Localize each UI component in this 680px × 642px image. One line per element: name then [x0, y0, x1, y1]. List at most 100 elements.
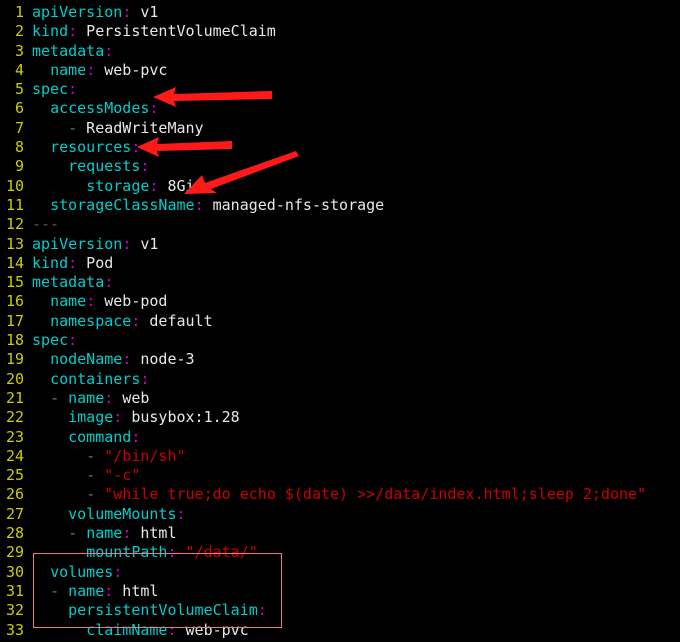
code-token: : — [167, 543, 177, 562]
code-line[interactable]: 1 apiVersion: v1 — [0, 3, 680, 22]
code-line[interactable]: 23 command: — [0, 428, 680, 447]
code-line[interactable]: 20 containers: — [0, 370, 680, 389]
code-token: web — [113, 388, 150, 407]
code-token: : — [104, 581, 114, 600]
code-area[interactable]: 1 apiVersion: v1 2 kind: PersistentVolumeCl… — [0, 3, 680, 642]
line-number: 31 — [5, 581, 24, 600]
code-line[interactable]: 29 mountPath: "/data/" — [0, 543, 680, 562]
line-number: 3 — [14, 41, 24, 60]
code-token: busybox:1.28 — [122, 408, 240, 427]
code-line-content: storageClassName: managed-nfs-storage — [32, 196, 384, 215]
code-line[interactable]: 32 persistentVolumeClaim: — [0, 601, 680, 620]
code-line[interactable]: 6 accessModes: — [0, 99, 680, 118]
yaml-editor-screenshot: 1 apiVersion: v1 2 kind: PersistentVolumeCl… — [0, 0, 680, 642]
code-line[interactable]: 16 name: web-pod — [0, 292, 680, 311]
code-line[interactable]: 2 kind: PersistentVolumeClaim — [0, 22, 680, 41]
code-line[interactable]: 26 - "while true;do echo $(date) >>/data… — [0, 485, 680, 504]
code-token: name — [68, 581, 105, 600]
code-line-content: - ReadWriteMany — [32, 119, 203, 138]
code-token: resources — [50, 138, 132, 157]
code-line[interactable]: 8 resources: — [0, 138, 680, 157]
code-token: - — [50, 388, 60, 407]
code-line[interactable]: 30 volumes: — [0, 563, 680, 582]
code-token: PersistentVolumeClaim — [77, 22, 276, 41]
line-number: 13 — [5, 234, 24, 253]
code-token: : — [131, 138, 141, 157]
code-line[interactable]: 4 name: web-pvc — [0, 61, 680, 80]
line-number: 10 — [5, 176, 24, 195]
code-line-content: name: web-pvc — [32, 61, 167, 80]
code-line[interactable]: 18 spec: — [0, 331, 680, 350]
code-token: : — [140, 157, 150, 176]
code-line[interactable]: 33 claimName: web-pvc — [0, 621, 680, 640]
code-line[interactable]: 11 storageClassName: managed-nfs-storage — [0, 196, 680, 215]
line-number: 21 — [5, 388, 24, 407]
code-line-content: resources: — [32, 138, 140, 157]
code-token: - — [86, 485, 96, 504]
code-line[interactable]: 21 - name: web — [0, 389, 680, 408]
code-line[interactable]: 14 kind: Pod — [0, 254, 680, 273]
code-line[interactable]: 15 metadata: — [0, 273, 680, 292]
code-line[interactable]: 9 requests: — [0, 157, 680, 176]
code-line[interactable]: 3 metadata: — [0, 42, 680, 61]
code-line-content: metadata: — [32, 42, 113, 61]
code-line[interactable]: 5 spec: — [0, 80, 680, 99]
line-number: 2 — [14, 22, 24, 41]
code-token: - — [50, 581, 60, 600]
code-line[interactable]: 31 - name: html — [0, 582, 680, 601]
code-token: 8Gi — [158, 176, 195, 195]
code-line-content: spec: — [32, 80, 77, 99]
code-token: apiVersion — [32, 234, 123, 253]
code-line-content: - name: web — [32, 389, 149, 408]
code-token: - — [86, 446, 96, 465]
code-token: : — [68, 253, 78, 272]
code-token: : — [194, 195, 204, 214]
code-line[interactable]: 13 apiVersion: v1 — [0, 235, 680, 254]
code-line-content: - name: html — [32, 582, 158, 601]
code-line-content: mountPath: "/data/" — [32, 543, 258, 562]
code-line[interactable]: 25 - "-c" — [0, 466, 680, 485]
code-line[interactable]: 19 nodeName: node-3 — [0, 350, 680, 369]
code-line-content: volumeMounts: — [32, 505, 185, 524]
code-token: "/data/" — [185, 543, 258, 562]
code-token: Pod — [77, 253, 114, 272]
code-token: mountPath — [86, 543, 168, 562]
line-number: 5 — [14, 80, 24, 99]
code-line[interactable]: 22 image: busybox:1.28 — [0, 408, 680, 427]
code-token: name — [50, 292, 87, 311]
code-line[interactable]: 17 namespace: default — [0, 312, 680, 331]
line-number: 1 — [14, 3, 24, 21]
code-line-content: persistentVolumeClaim: — [32, 601, 267, 620]
code-line[interactable]: 28 - name: html — [0, 524, 680, 543]
code-token: apiVersion — [32, 3, 123, 21]
code-line[interactable]: 24 - "/bin/sh" — [0, 447, 680, 466]
code-token: : — [113, 562, 123, 581]
code-token: metadata — [32, 41, 105, 60]
code-line-content: kind: PersistentVolumeClaim — [32, 22, 276, 41]
code-token: kind — [32, 22, 69, 41]
code-line[interactable]: 27 volumeMounts: — [0, 505, 680, 524]
code-token: html — [131, 524, 177, 543]
code-token: : — [113, 408, 123, 427]
code-token: : — [257, 601, 267, 620]
code-token: persistentVolumeClaim — [68, 601, 258, 620]
code-token: - — [86, 466, 96, 485]
code-token: "while true;do echo $(date) >>/data/inde… — [104, 485, 647, 504]
line-number: 4 — [14, 60, 24, 79]
code-line-content: requests: — [32, 157, 149, 176]
code-line[interactable]: 7 - ReadWriteMany — [0, 119, 680, 138]
line-number: 29 — [5, 543, 24, 562]
code-line[interactable]: 12 --- — [0, 215, 680, 234]
code-line[interactable]: 10 storage: 8Gi — [0, 177, 680, 196]
code-token: : — [140, 369, 150, 388]
